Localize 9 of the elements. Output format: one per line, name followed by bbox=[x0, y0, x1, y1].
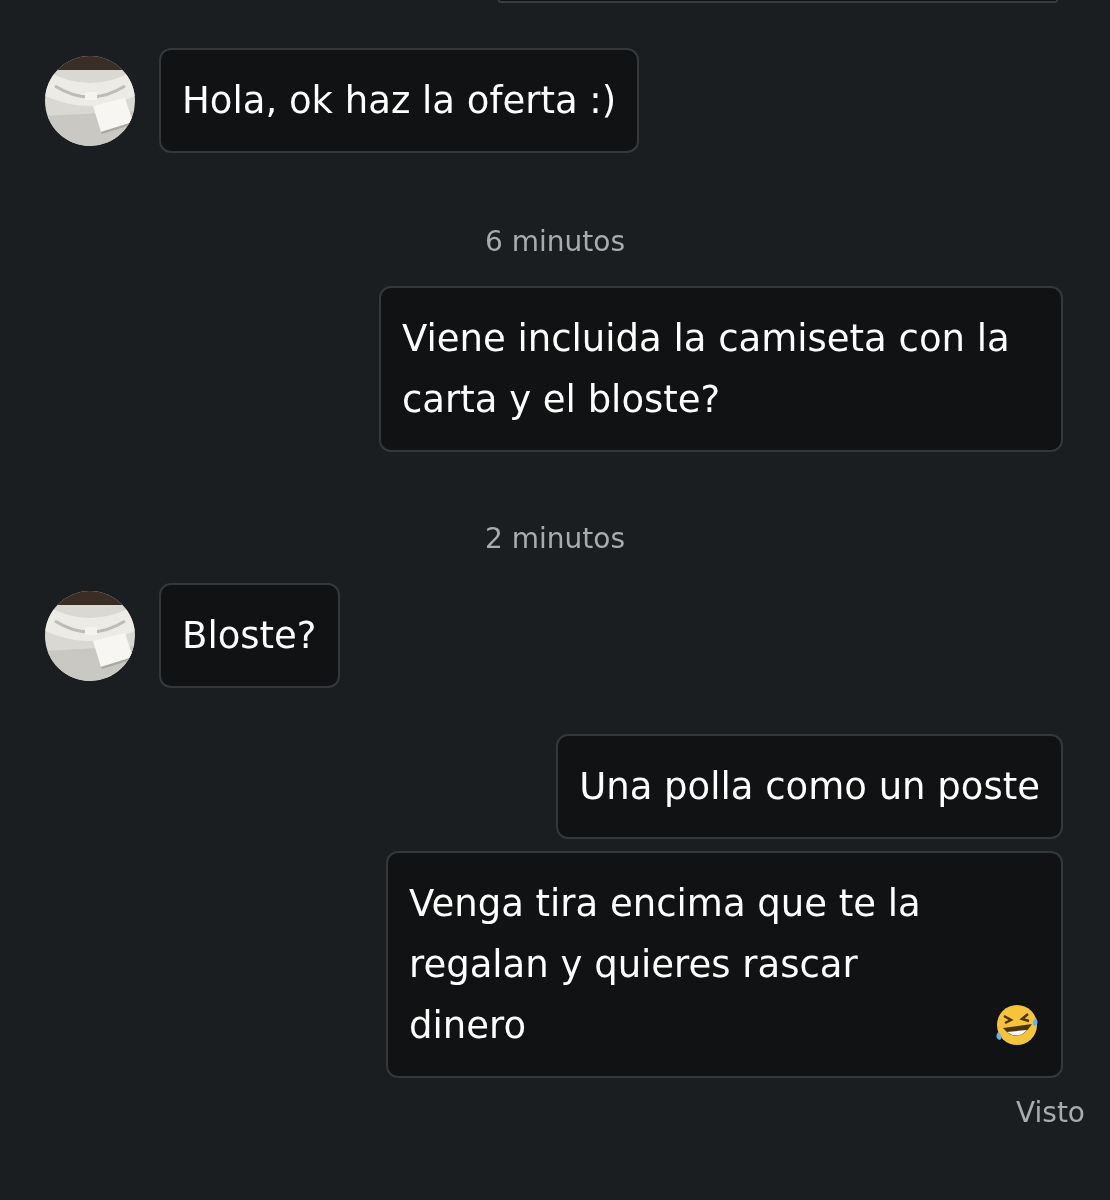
seen-status: Visto bbox=[1016, 1096, 1085, 1129]
timestamp: 2 minutos bbox=[485, 522, 625, 555]
laughing-face-icon bbox=[994, 1002, 1040, 1048]
message-text: Una polla como un poste bbox=[579, 765, 1040, 808]
message-text: Viene incluida la camiseta con la carta y el bloste? bbox=[402, 317, 1010, 421]
timestamp: 6 minutos bbox=[485, 225, 625, 258]
message-bubble: Bloste? bbox=[159, 583, 340, 688]
message-bubble: Hola, ok haz la oferta :) bbox=[159, 48, 640, 153]
message-text: Venga tira encima que te la regalan y quieres rascar dinero bbox=[409, 881, 922, 1049]
